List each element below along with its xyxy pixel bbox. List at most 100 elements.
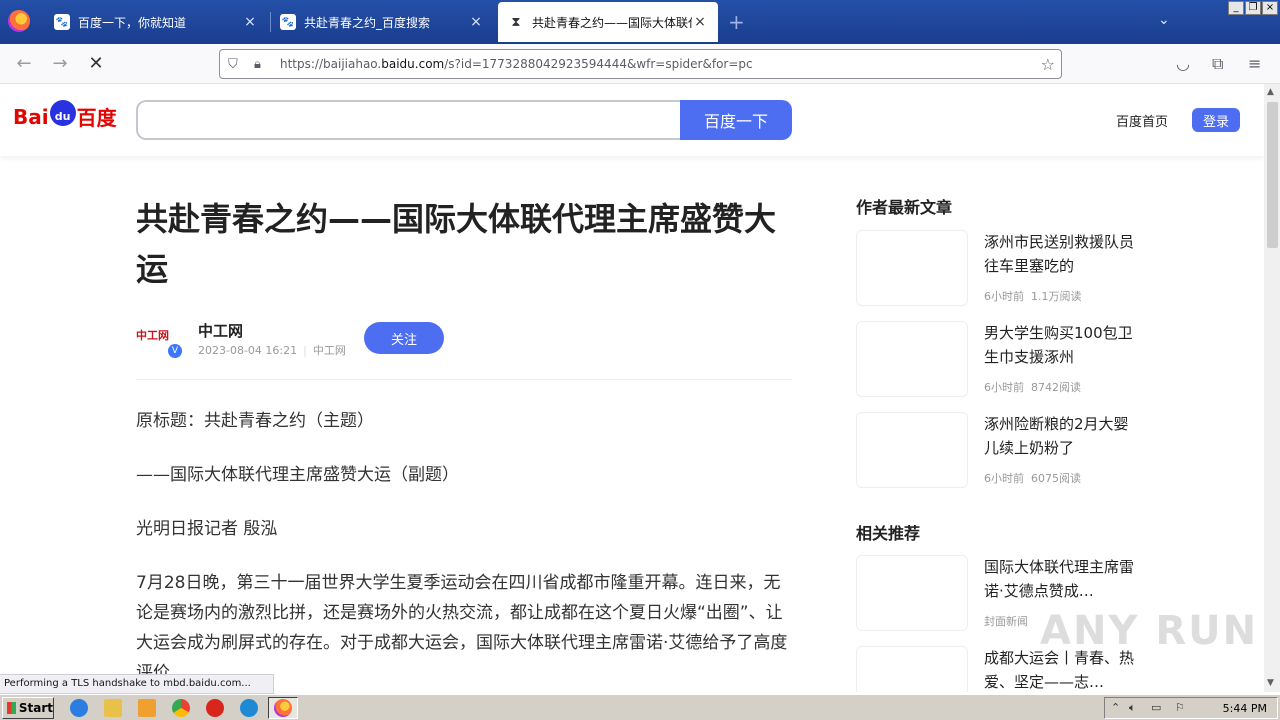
volume-icon[interactable]: 🔈︎ (1129, 701, 1136, 715)
watermark: ANY RUN (1040, 608, 1259, 654)
article-thumbnail[interactable] (856, 646, 968, 692)
related-heading: 相关推荐 (856, 524, 921, 543)
side-time: 6小时前 (984, 472, 1024, 485)
side-reads: 6075阅读 (1031, 472, 1081, 485)
author-avatar[interactable]: 中工网 V (136, 320, 182, 358)
web-page: Bai du 百度 百度一下 百度首页 登录 共赴青春之约——国际大体联代理主席… (0, 84, 1264, 692)
baidu-paw-icon: 🐾 (54, 14, 70, 30)
back-arrow-icon[interactable]: ← (12, 52, 36, 76)
baidu-home-link[interactable]: 百度首页 (1116, 111, 1168, 130)
tab-strip: 🐾 百度一下，你就知道 × 🐾 共赴青春之约_百度搜索 × ⧗ 共赴青春之约——… (0, 0, 1280, 44)
navigation-toolbar: ← → ✕ ⛉ 🔒︎ https://baijiahao.baidu.com/s… (0, 44, 1280, 84)
tab-title: 共赴青春之约——国际大体联代理主席盛赞大运 (532, 15, 692, 30)
side-article-title[interactable]: 涿州险断粮的2月大婴儿续上奶粉了 (984, 412, 1136, 460)
page-scrollbar[interactable]: ▲ ▼ (1264, 84, 1280, 692)
firefox-icon (274, 699, 292, 717)
side-time: 6小时前 (984, 290, 1024, 303)
article-thumbnail[interactable] (856, 412, 968, 488)
search-button[interactable]: 百度一下 (680, 100, 792, 140)
side-reads: 8742阅读 (1031, 381, 1081, 394)
opera-icon[interactable] (206, 699, 224, 717)
scroll-down-arrow-icon[interactable]: ▼ (1267, 678, 1274, 688)
tab-baidu-home[interactable]: 🐾 百度一下，你就知道 × (44, 2, 268, 42)
side-article-meta: 6小时前 6075阅读 (984, 470, 1081, 486)
tab-article[interactable]: ⧗ 共赴青春之约——国际大体联代理主席盛赞大运 × (498, 2, 718, 42)
forward-arrow-icon[interactable]: → (48, 52, 72, 76)
close-window-icon[interactable]: × (1262, 1, 1278, 15)
article-paragraph: ——国际大体联代理主席盛赞大运（副题） (136, 465, 459, 485)
article-thumbnail[interactable] (856, 321, 968, 397)
start-button[interactable]: Start (2, 697, 54, 719)
stop-loading-icon[interactable]: ✕ (84, 52, 108, 76)
minimize-icon[interactable]: _ (1228, 1, 1244, 15)
flag-notification-icon[interactable]: ⚐ (1175, 701, 1185, 714)
chrome-icon[interactable] (172, 699, 190, 717)
article-paragraph: 7月28日晚，第三十一届世界大学生夏季运动会在四川省成都市隆重开幕。连日来，无论… (136, 573, 788, 683)
follow-button[interactable]: 关注 (364, 322, 444, 354)
logo-du: du (54, 109, 71, 123)
close-icon[interactable]: × (242, 14, 258, 30)
article-paragraph: 光明日报记者 殷泓 (136, 519, 278, 539)
system-tray: ⌃ 🔈︎ ▭ ⚐ 5:44 PM (1104, 697, 1278, 719)
pocket-icon[interactable]: ◡ (1176, 54, 1190, 73)
firefox-taskbar-button[interactable] (268, 697, 298, 719)
firefox-menu-icon[interactable] (8, 10, 30, 32)
baidu-paw-icon: 🐾 (280, 14, 296, 30)
baidu-logo[interactable]: Bai du 百度 (13, 99, 117, 131)
site-header: Bai du 百度 百度一下 百度首页 登录 (0, 84, 1264, 156)
hamburger-menu-icon[interactable]: ≡ (1248, 54, 1261, 73)
new-tab-button[interactable]: + (728, 10, 745, 34)
author-name[interactable]: 中工网 (198, 320, 243, 341)
edge-icon[interactable] (240, 699, 258, 717)
url-bar[interactable]: ⛉ 🔒︎ https://baijiahao.baidu.com/s?id=17… (219, 49, 1062, 79)
article-source: 中工网 (312, 344, 346, 357)
status-tooltip: Performing a TLS handshake to mbd.baidu.… (0, 674, 274, 694)
article-thumbnail[interactable] (856, 230, 968, 306)
bookmark-star-icon[interactable]: ☆ (1041, 55, 1055, 74)
latest-articles-heading: 作者最新文章 (856, 198, 953, 217)
clock[interactable]: 5:44 PM (1223, 702, 1267, 715)
side-article-title[interactable]: 男大学生购买100包卫生巾支援涿州 (984, 321, 1136, 369)
article-thumbnail[interactable] (856, 555, 968, 631)
scroll-up-arrow-icon[interactable]: ▲ (1267, 87, 1274, 97)
close-icon[interactable]: × (692, 14, 708, 30)
ie-icon[interactable] (70, 699, 88, 717)
restore-icon[interactable]: ❐ (1245, 1, 1261, 15)
side-reads: 1.1万阅读 (1031, 290, 1082, 303)
media-player-icon[interactable] (138, 699, 156, 717)
windows-flag-icon (7, 702, 16, 714)
divider (136, 379, 792, 380)
scrollbar-thumb[interactable] (1267, 102, 1278, 248)
tracking-shield-icon[interactable]: ⛉ (228, 57, 238, 72)
side-time: 6小时前 (984, 381, 1024, 394)
lock-icon[interactable]: 🔒︎ (254, 57, 261, 72)
loading-hourglass-icon: ⧗ (511, 14, 521, 30)
meta-divider: | (303, 344, 307, 357)
side-article-title[interactable]: 国际大体联代理主席雷诺·艾德点赞成… (984, 555, 1136, 603)
url-text[interactable]: https://baijiahao.baidu.com/s?id=1773288… (280, 57, 753, 71)
login-button[interactable]: 登录 (1192, 108, 1240, 132)
search-input[interactable] (136, 100, 681, 140)
logo-text: 百度 (76, 106, 117, 130)
author-meta: 2023-08-04 16:21 | 中工网 (198, 342, 346, 358)
article-paragraph: 原标题：共赴青春之约（主题） (136, 411, 374, 431)
side-article-meta: 6小时前 1.1万阅读 (984, 288, 1082, 304)
explorer-folder-icon[interactable] (104, 699, 122, 717)
publish-date: 2023-08-04 16:21 (198, 344, 298, 357)
side-article-meta: 6小时前 8742阅读 (984, 379, 1081, 395)
article-title: 共赴青春之约——国际大体联代理主席盛赞大运 (136, 200, 777, 288)
side-article-title[interactable]: 涿州市民送别救援队员往车里塞吃的 (984, 230, 1136, 278)
tab-list-chevron-icon[interactable]: ⌄ (1158, 12, 1170, 28)
extensions-icon[interactable]: ⧉ (1212, 54, 1223, 74)
verified-badge-icon: V (168, 344, 182, 358)
taskbar: Start ⌃ 🔈︎ ▭ ⚐ 5:44 PM (0, 694, 1280, 720)
side-article-source: 封面新闻 (984, 615, 1028, 628)
tab-title: 共赴青春之约_百度搜索 (304, 15, 431, 30)
start-label: Start (18, 701, 53, 715)
baidu-paw-icon: du (49, 99, 76, 126)
network-icon[interactable]: ▭ (1151, 701, 1161, 714)
close-icon[interactable]: × (468, 14, 484, 30)
tab-title: 百度一下，你就知道 (78, 15, 187, 30)
tab-search-results[interactable]: 🐾 共赴青春之约_百度搜索 × (270, 2, 494, 42)
tray-expand-icon[interactable]: ⌃ (1111, 701, 1120, 714)
